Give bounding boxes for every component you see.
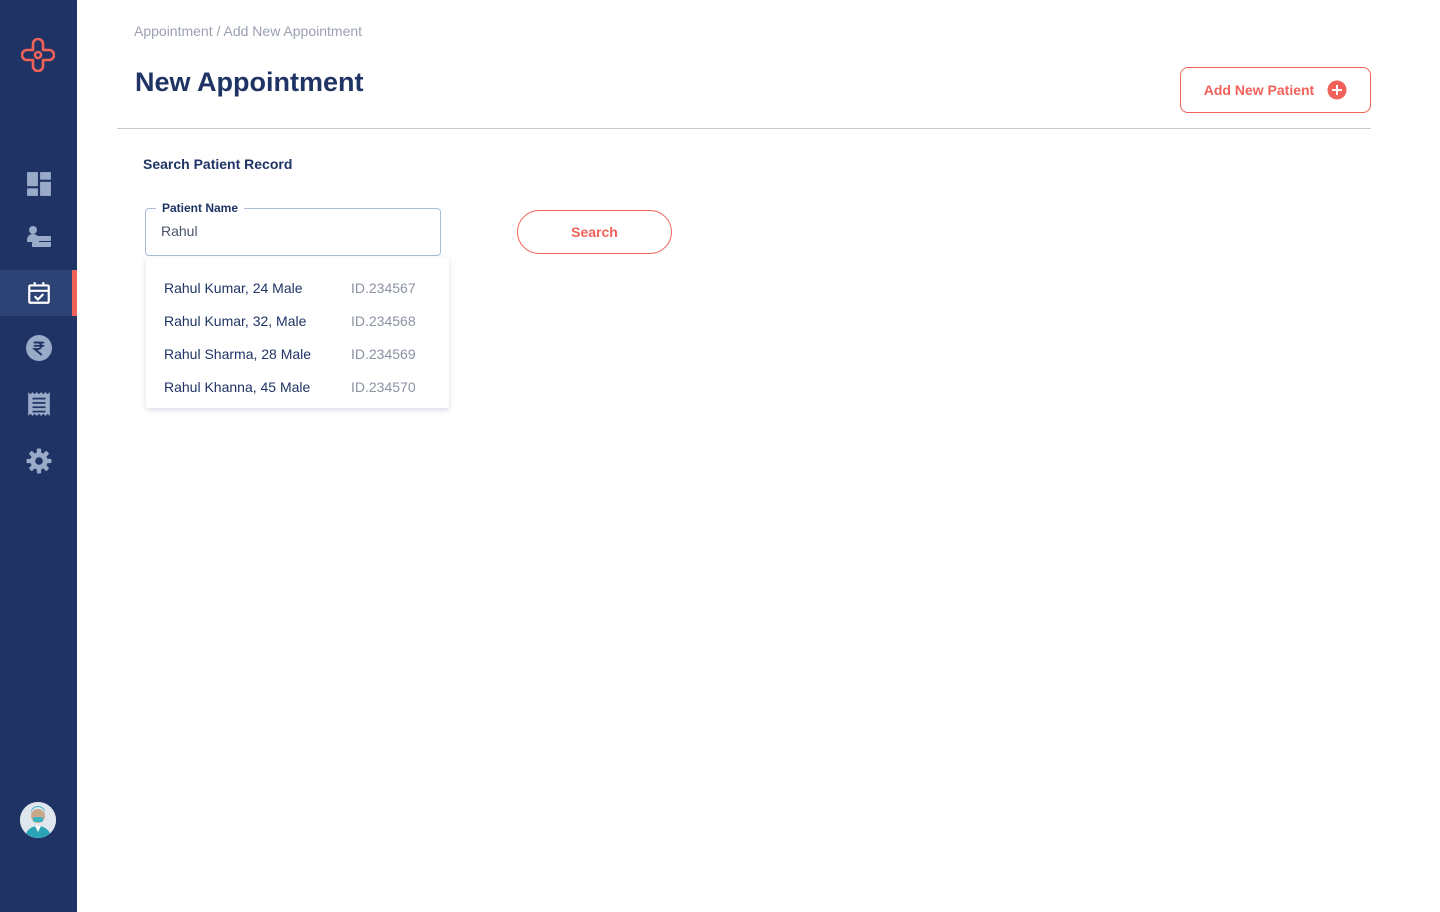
- sidebar-item-appointments[interactable]: [0, 270, 77, 316]
- dashboard-icon: [26, 172, 51, 196]
- avatar[interactable]: [20, 802, 56, 838]
- suggestion-item[interactable]: Rahul Kumar, 32, Male ID.234568: [146, 304, 449, 337]
- breadcrumb[interactable]: Appointment / Add New Appointment: [134, 23, 362, 39]
- sidebar-item-dashboard[interactable]: [0, 161, 77, 207]
- patient-name-input[interactable]: [161, 223, 421, 239]
- doctor-avatar-icon: [20, 802, 56, 838]
- suggestion-name: Rahul Kumar, 32, Male: [164, 312, 307, 329]
- suggestion-item[interactable]: Rahul Sharma, 28 Male ID.234569: [146, 337, 449, 370]
- patients-icon: [26, 226, 51, 247]
- plus-circle-icon: [1327, 80, 1347, 100]
- sidebar-item-settings[interactable]: [0, 438, 77, 484]
- gear-icon: [26, 448, 51, 474]
- search-button[interactable]: Search: [517, 210, 672, 254]
- suggestion-id: ID.234568: [351, 312, 416, 329]
- suggestion-id: ID.234567: [351, 279, 416, 296]
- suggestion-name: Rahul Sharma, 28 Male: [164, 345, 312, 362]
- calendar-check-icon: [27, 282, 50, 304]
- main-content: Appointment / Add New Appointment New Ap…: [77, 0, 1440, 912]
- rupee-icon: [25, 335, 52, 361]
- suggestion-id: ID.234569: [351, 345, 416, 362]
- sidebar-item-patients[interactable]: [0, 214, 77, 260]
- suggestion-id: ID.234570: [351, 378, 416, 395]
- patient-name-field[interactable]: Patient Name: [145, 201, 441, 256]
- divider: [117, 128, 1371, 129]
- sidebar-item-billing[interactable]: [0, 325, 77, 371]
- patient-name-label: Patient Name: [156, 201, 245, 215]
- suggestion-item[interactable]: Rahul Khanna, 45 Male ID.234570: [146, 370, 449, 403]
- page-title: New Appointment: [135, 67, 364, 97]
- sidebar: [0, 0, 77, 912]
- suggestion-item[interactable]: Rahul Kumar, 24 Male ID.234567: [146, 271, 449, 304]
- logo-icon[interactable]: [20, 37, 56, 73]
- receipt-icon: [27, 392, 50, 416]
- patient-suggestions-dropdown: Rahul Kumar, 24 Male ID.234567 Rahul Kum…: [146, 258, 449, 408]
- sidebar-item-reports[interactable]: [0, 381, 77, 427]
- suggestion-name: Rahul Kumar, 24 Male: [164, 279, 303, 296]
- suggestion-name: Rahul Khanna, 45 Male: [164, 378, 311, 395]
- add-new-patient-button[interactable]: Add New Patient: [1180, 67, 1371, 113]
- section-title: Search Patient Record: [143, 156, 293, 172]
- add-new-patient-label: Add New Patient: [1203, 82, 1315, 98]
